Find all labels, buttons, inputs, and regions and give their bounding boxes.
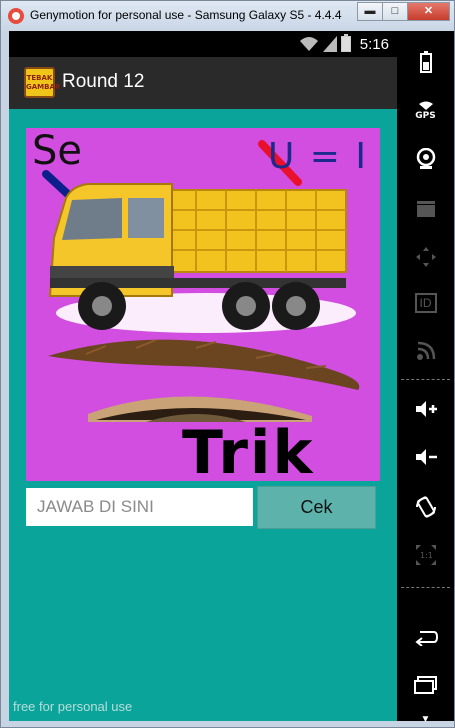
- rotate-icon[interactable]: [397, 491, 454, 523]
- signal-icon: [323, 36, 337, 52]
- minimize-button[interactable]: ▬: [357, 2, 383, 21]
- check-button[interactable]: Cek: [257, 486, 376, 529]
- battery-status-icon: [341, 34, 351, 52]
- sidebar-separator: [401, 379, 450, 380]
- volume-down-icon[interactable]: [397, 441, 454, 473]
- puzzle-text-se: Se: [32, 128, 82, 174]
- genymotion-icon: [8, 8, 24, 24]
- action-bar: TEBAK GAMBAR Round 12: [9, 57, 397, 109]
- app-logo-text: TEBAK GAMBAR: [26, 74, 61, 91]
- battery-icon[interactable]: [397, 46, 454, 78]
- device-screen: 5:16 TEBAK GAMBAR Round 12 Se U = I Trik…: [9, 31, 397, 721]
- id-icon[interactable]: ID: [397, 287, 454, 319]
- video-icon[interactable]: [397, 193, 454, 225]
- sidebar-separator-2: [401, 587, 450, 588]
- gps-icon[interactable]: GPS: [397, 95, 454, 127]
- back-icon[interactable]: [397, 621, 454, 653]
- svg-text:1:1: 1:1: [420, 551, 433, 560]
- puzzle-text-trik: Trik: [182, 418, 315, 481]
- gps-label: GPS: [415, 111, 436, 121]
- id-label: ID: [414, 293, 437, 313]
- answer-input[interactable]: [26, 488, 253, 526]
- status-bar: 5:16: [9, 31, 397, 57]
- camera-icon[interactable]: [397, 143, 454, 175]
- wifi-icon: [300, 37, 318, 51]
- watermark-text: free for personal use: [13, 699, 133, 714]
- scroll-down-icon[interactable]: ▼: [397, 703, 454, 728]
- genymotion-sidebar: GPS ID 1:1 ▼: [397, 31, 454, 725]
- puzzle-text-ui: U = I: [268, 136, 369, 177]
- puzzle-image: Se U = I Trik: [26, 128, 380, 481]
- page-title: Round 12: [62, 71, 145, 92]
- cast-icon[interactable]: [397, 335, 454, 367]
- dpad-icon[interactable]: [397, 241, 454, 273]
- window-title: Genymotion for personal use - Samsung Ga…: [30, 8, 345, 22]
- genymotion-window: Genymotion for personal use - Samsung Ga…: [0, 0, 455, 728]
- recent-apps-icon[interactable]: [397, 669, 454, 701]
- volume-up-icon[interactable]: [397, 393, 454, 425]
- status-time: 5:16: [359, 36, 389, 53]
- maximize-button[interactable]: □: [382, 2, 408, 21]
- window-titlebar[interactable]: Genymotion for personal use - Samsung Ga…: [1, 1, 454, 31]
- app-logo-icon: TEBAK GAMBAR: [24, 67, 61, 98]
- scale-icon[interactable]: 1:1: [397, 539, 454, 571]
- close-button[interactable]: ✕: [407, 2, 450, 21]
